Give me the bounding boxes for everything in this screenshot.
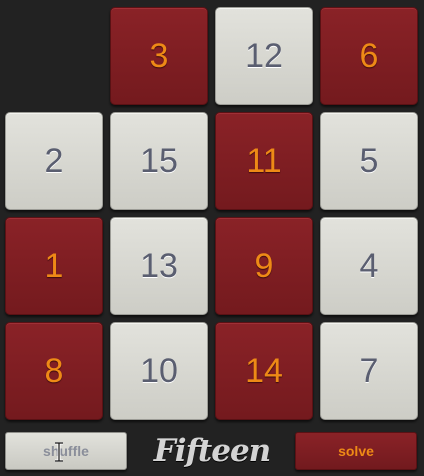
tile[interactable]: 15 xyxy=(110,112,208,210)
tile[interactable]: 8 xyxy=(5,322,103,420)
solve-button[interactable]: solve xyxy=(295,432,417,470)
tile[interactable]: 2 xyxy=(5,112,103,210)
tile[interactable]: 12 xyxy=(215,7,313,105)
tile[interactable]: 13 xyxy=(110,217,208,315)
tile[interactable]: 4 xyxy=(320,217,418,315)
tile[interactable]: 7 xyxy=(320,322,418,420)
control-bar: shuffle Fifteen solve xyxy=(0,424,424,476)
tile[interactable]: 6 xyxy=(320,7,418,105)
tile[interactable]: 1 xyxy=(5,217,103,315)
puzzle-board: 3 12 6 2 15 11 5 1 13 9 4 8 10 14 7 xyxy=(0,0,424,424)
tile[interactable]: 11 xyxy=(215,112,313,210)
tile[interactable]: 10 xyxy=(110,322,208,420)
tile[interactable]: 14 xyxy=(215,322,313,420)
shuffle-button[interactable]: shuffle xyxy=(5,432,127,470)
text-cursor-icon xyxy=(55,442,63,462)
tile[interactable]: 5 xyxy=(320,112,418,210)
tile[interactable]: 3 xyxy=(110,7,208,105)
app-title: Fifteen xyxy=(153,433,271,469)
tile[interactable]: 9 xyxy=(215,217,313,315)
